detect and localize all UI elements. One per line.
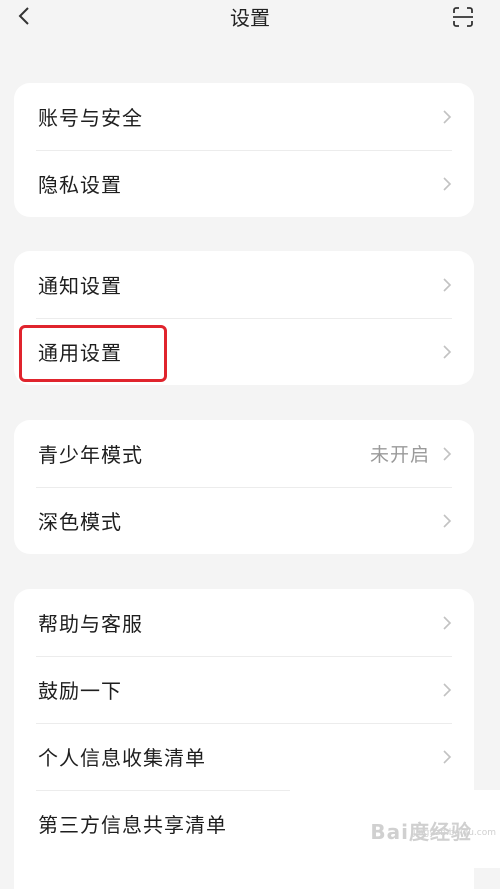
settings-group-modes: 青少年模式 未开启 深色模式 <box>14 420 474 554</box>
scan-icon <box>453 7 473 27</box>
settings-item-help[interactable]: 帮助与客服 <box>14 589 474 656</box>
top-bar: 设置 <box>0 0 500 40</box>
settings-item-label: 第三方信息共享清单 <box>38 813 227 837</box>
settings-item-personal-info-list[interactable]: 个人信息收集清单 <box>14 723 474 790</box>
settings-item-youth-mode[interactable]: 青少年模式 未开启 <box>14 420 474 487</box>
settings-item-label: 鼓励一下 <box>38 679 122 703</box>
chevron-right-icon <box>440 344 454 360</box>
watermark-subtext: jingyan.baidu.com <box>412 828 496 838</box>
settings-item-label: 个人信息收集清单 <box>38 746 206 770</box>
page-title: 设置 <box>230 6 270 30</box>
settings-item-label: 深色模式 <box>38 510 122 534</box>
settings-item-label: 通知设置 <box>38 274 122 298</box>
chevron-right-icon <box>440 109 454 125</box>
settings-item-privacy[interactable]: 隐私设置 <box>14 150 474 217</box>
chevron-right-icon <box>440 446 454 462</box>
chevron-right-icon <box>440 615 454 631</box>
settings-item-label: 帮助与客服 <box>38 612 143 636</box>
chevron-right-icon <box>440 749 454 765</box>
settings-item-label: 青少年模式 <box>38 443 143 467</box>
youth-mode-status: 未开启 <box>369 444 430 466</box>
settings-item-label: 隐私设置 <box>38 173 122 197</box>
chevron-right-icon <box>440 277 454 293</box>
chevron-right-icon <box>440 682 454 698</box>
scan-button[interactable] <box>448 2 478 32</box>
settings-item-dark-mode[interactable]: 深色模式 <box>14 487 474 554</box>
settings-group-account: 账号与安全 隐私设置 <box>14 83 474 217</box>
settings-item-encourage[interactable]: 鼓励一下 <box>14 656 474 723</box>
chevron-right-icon <box>440 513 454 529</box>
settings-item-notifications[interactable]: 通知设置 <box>14 251 474 318</box>
settings-item-label: 账号与安全 <box>38 106 143 130</box>
chevron-right-icon <box>440 176 454 192</box>
settings-item-account-security[interactable]: 账号与安全 <box>14 83 474 150</box>
highlight-annotation <box>19 325 167 382</box>
